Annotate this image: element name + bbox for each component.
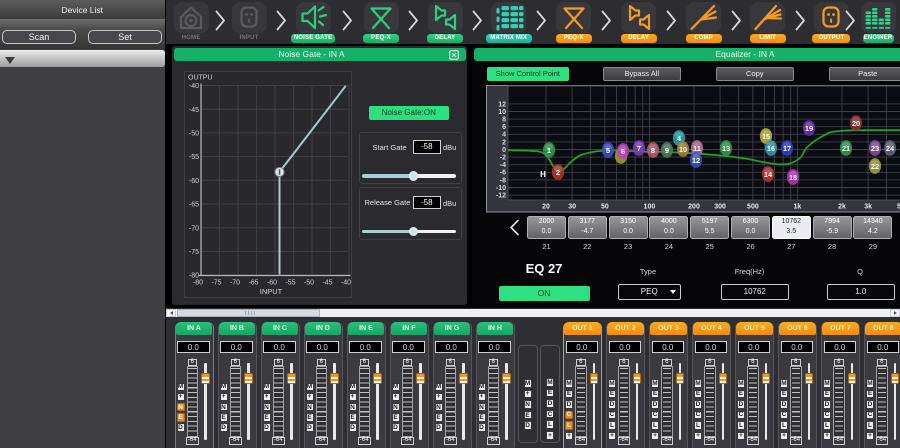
svg-text:2: 2: [556, 168, 560, 177]
svg-text:21: 21: [842, 144, 850, 153]
svg-text:12: 12: [498, 101, 506, 108]
svg-text:-50: -50: [304, 280, 314, 287]
svg-text:1k: 1k: [794, 204, 802, 211]
svg-text:-75: -75: [189, 249, 199, 256]
svg-text:6: 6: [502, 124, 506, 131]
svg-text:-55: -55: [285, 280, 295, 287]
svg-text:-45: -45: [322, 280, 332, 287]
svg-text:-6: -6: [500, 170, 506, 177]
svg-text:20: 20: [852, 119, 860, 128]
svg-text:-4: -4: [500, 162, 506, 169]
svg-text:2: 2: [502, 139, 506, 146]
svg-text:12: 12: [692, 156, 700, 165]
svg-text:2k: 2k: [838, 204, 846, 211]
svg-text:500: 500: [747, 204, 759, 211]
svg-text:-40: -40: [341, 280, 351, 287]
svg-text:6: 6: [621, 147, 625, 156]
svg-text:-2: -2: [500, 155, 506, 162]
svg-text:20: 20: [542, 204, 550, 211]
svg-text:3k: 3k: [864, 204, 872, 211]
svg-text:13: 13: [722, 144, 730, 153]
svg-text:200: 200: [688, 204, 700, 211]
svg-text:-55: -55: [189, 154, 199, 161]
svg-text:7: 7: [637, 144, 641, 153]
svg-text:-60: -60: [267, 280, 277, 287]
svg-text:INPUT: INPUT: [260, 287, 283, 296]
svg-text:30: 30: [568, 204, 576, 211]
svg-text:-75: -75: [211, 280, 221, 287]
svg-text:-45: -45: [189, 107, 199, 114]
svg-text:15: 15: [762, 132, 770, 141]
svg-text:-40: -40: [189, 83, 199, 90]
svg-text:10: 10: [498, 109, 506, 116]
svg-text:18: 18: [789, 173, 797, 182]
svg-text:19: 19: [805, 124, 813, 133]
svg-text:11: 11: [693, 144, 701, 153]
svg-text:300: 300: [714, 204, 726, 211]
svg-text:4: 4: [502, 132, 506, 139]
svg-text:-70: -70: [230, 280, 240, 287]
svg-text:100: 100: [644, 204, 656, 211]
svg-text:17: 17: [783, 144, 791, 153]
svg-text:-65: -65: [248, 280, 258, 287]
svg-text:16: 16: [767, 144, 775, 153]
svg-text:50: 50: [601, 204, 609, 211]
svg-text:-80: -80: [193, 280, 203, 287]
svg-text:0: 0: [502, 147, 506, 154]
svg-text:5: 5: [606, 146, 610, 155]
svg-text:-70: -70: [189, 225, 199, 232]
svg-text:H: H: [540, 170, 546, 179]
svg-text:-65: -65: [189, 202, 199, 209]
svg-text:-50: -50: [189, 131, 199, 138]
svg-text:22: 22: [871, 162, 879, 171]
svg-text:-10: -10: [496, 185, 506, 192]
svg-text:10: 10: [679, 145, 687, 154]
svg-text:OUTPU: OUTPU: [188, 75, 213, 82]
svg-text:-12: -12: [496, 193, 506, 200]
svg-text:-60: -60: [189, 178, 199, 185]
svg-text:8: 8: [651, 146, 655, 155]
svg-text:14: 14: [764, 170, 773, 179]
svg-text:-8: -8: [500, 177, 506, 184]
svg-text:8: 8: [502, 117, 506, 124]
svg-text:9: 9: [665, 146, 669, 155]
svg-text:1: 1: [547, 146, 551, 155]
svg-text:23: 23: [871, 144, 879, 153]
svg-text:24: 24: [886, 144, 895, 153]
